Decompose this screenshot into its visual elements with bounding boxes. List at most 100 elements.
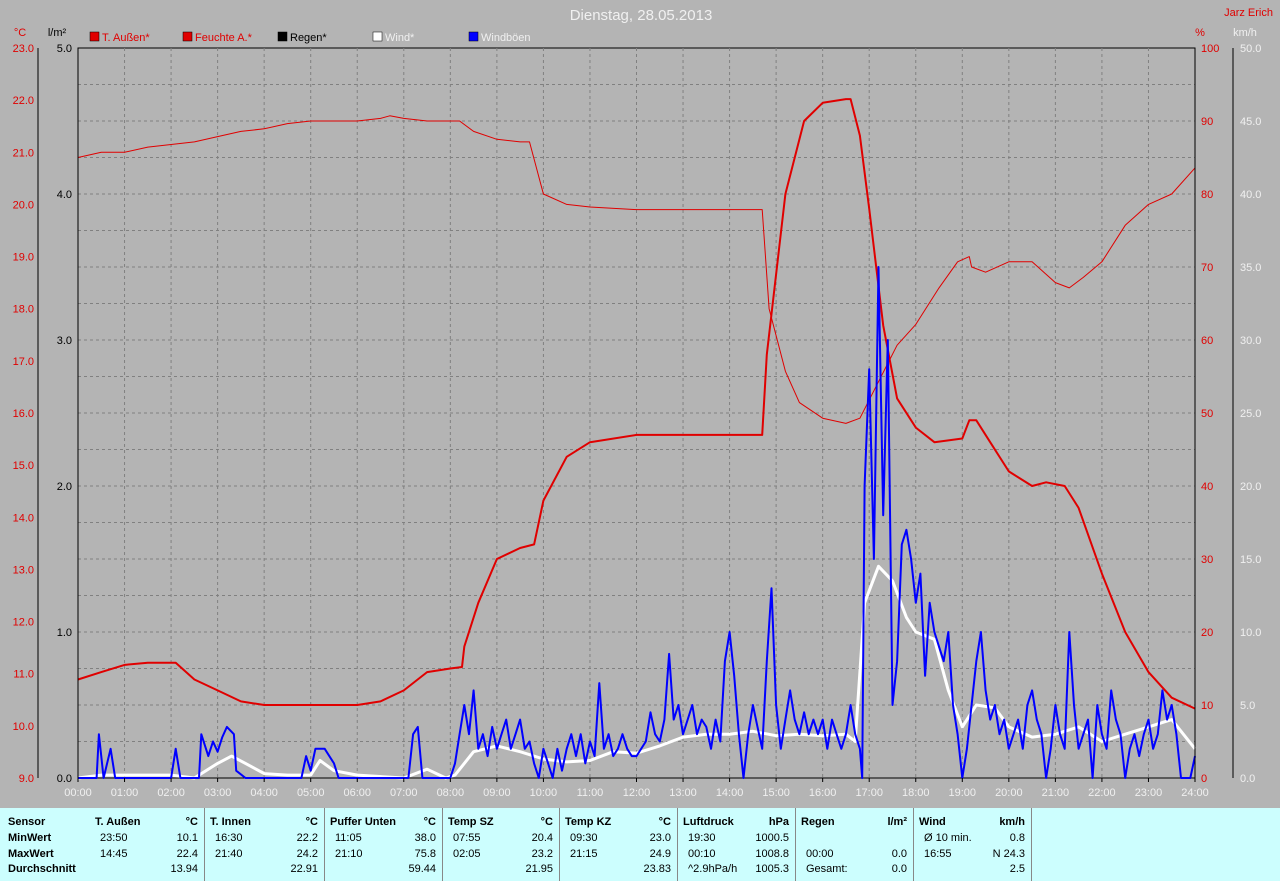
stats-section: Wind km/h Ø 10 min. 0.8 16:55 N 24.3 2.5 <box>914 808 1032 881</box>
legend-swatch <box>372 31 383 42</box>
humidity-tick-label: 100 <box>1201 43 1219 55</box>
stats-section: Puffer Unten °C 11:05 38.0 21:10 75.8 59.44 <box>325 808 443 881</box>
stats-max-time: 00:10 <box>688 848 716 860</box>
stats-min-time: Ø 10 min. <box>924 832 972 844</box>
stats-max-time: 02:05 <box>453 848 481 860</box>
stats-row-avg-label: Durchschnitt <box>8 863 76 875</box>
humidity-tick-label: 40 <box>1201 481 1213 493</box>
x-tick-label: 07:00 <box>390 787 418 799</box>
stats-max-value: 0.0 <box>891 848 907 860</box>
x-tick-label: 10:00 <box>530 787 558 799</box>
stats-section-unit: °C <box>423 816 436 828</box>
legend-label: Windböen <box>481 32 531 44</box>
wind-tick-label: 10.0 <box>1240 627 1261 639</box>
stats-row-min-label: MinWert <box>8 832 52 844</box>
rain-unit-label: l/m² <box>48 27 67 39</box>
x-tick-label: 08:00 <box>437 787 465 799</box>
stats-section-unit: hPa <box>768 816 789 828</box>
stats-avg-value: 13.94 <box>170 863 198 875</box>
chart-title: Dienstag, 28.05.2013 <box>570 7 713 24</box>
temp-tick-label: 15.0 <box>13 460 34 472</box>
x-tick-label: 03:00 <box>204 787 232 799</box>
chart-area: 00:00 01:00 02:00 03:00 04:00 05:00 06:00 07:00… <box>0 0 1280 808</box>
stats-max-value: 24.2 <box>296 848 318 860</box>
stats-avg-value: 2.5 <box>1009 863 1025 875</box>
wind-tick-label: 0.0 <box>1240 773 1255 785</box>
stats-min-value: 0.8 <box>1009 832 1025 844</box>
wind-tick-label: 45.0 <box>1240 116 1261 128</box>
stats-section: T. Außen °C 23:50 10.1 14:45 22.4 13.94 <box>90 808 205 881</box>
rain-tick-label: 1.0 <box>57 627 72 639</box>
x-tick-label: 22:00 <box>1088 787 1116 799</box>
stats-row-max-label: MaxWert <box>8 848 54 860</box>
wind-unit-label: km/h <box>1233 27 1257 39</box>
temp-tick-label: 11.0 <box>13 669 34 681</box>
legend-swatch <box>277 31 288 42</box>
stats-max-time: 21:10 <box>335 848 363 860</box>
stats-avg-value: 23.83 <box>643 863 671 875</box>
temp-tick-label: 22.0 <box>13 95 34 107</box>
temp-tick-label: 13.0 <box>13 564 34 576</box>
stats-section-unit: km/h <box>999 816 1025 828</box>
temp-tick-label: 16.0 <box>13 408 34 420</box>
x-tick-label: 15:00 <box>762 787 790 799</box>
weather-chart: 00:00 01:00 02:00 03:00 04:00 05:00 06:00 07:00… <box>13 7 1273 799</box>
legend-label: Wind* <box>385 32 415 44</box>
stats-section-unit: l/m² <box>887 816 907 828</box>
stats-min-value: 23.0 <box>649 832 671 844</box>
stats-min-value: 1000.5 <box>755 832 789 844</box>
stats-min-time: 09:30 <box>570 832 598 844</box>
stats-sensor-header: Sensor <box>8 816 46 828</box>
stats-max-time: 21:15 <box>570 848 598 860</box>
stats-avg-value: 22.91 <box>290 863 318 875</box>
x-tick-label: 06:00 <box>343 787 371 799</box>
x-tick-label: 24:00 <box>1181 787 1209 799</box>
stats-avg-time: Gesamt: <box>806 863 848 875</box>
temp-tick-label: 9.0 <box>19 773 34 785</box>
stats-min-value: 20.4 <box>531 832 553 844</box>
legend-swatch <box>89 31 100 42</box>
x-tick-label: 04:00 <box>250 787 278 799</box>
x-tick-label: 17:00 <box>855 787 883 799</box>
humidity-tick-label: 30 <box>1201 554 1213 566</box>
wind-tick-label: 40.0 <box>1240 189 1261 201</box>
stats-section-unit: °C <box>540 816 553 828</box>
legend-swatch <box>182 31 193 42</box>
wind-tick-label: 50.0 <box>1240 43 1261 55</box>
temp-tick-label: 21.0 <box>13 147 34 159</box>
legend-label: Feuchte A.* <box>195 32 253 44</box>
wind-tick-label: 20.0 <box>1240 481 1261 493</box>
stats-avg-value: 0.0 <box>891 863 907 875</box>
stats-section-name: Temp KZ <box>565 816 612 828</box>
humidity-tick-label: 70 <box>1201 262 1213 274</box>
legend-label: Regen* <box>290 32 327 44</box>
x-tick-label: 01:00 <box>111 787 139 799</box>
x-tick-label: 20:00 <box>995 787 1023 799</box>
x-tick-label: 18:00 <box>902 787 930 799</box>
x-tick-label: 21:00 <box>1042 787 1070 799</box>
stats-min-time: 19:30 <box>688 832 716 844</box>
stats-max-time: 16:55 <box>924 848 952 860</box>
stats-section: Regen l/m² 00:00 0.0 Gesamt: 0.0 <box>796 808 914 881</box>
stats-section-name: Puffer Unten <box>330 816 396 828</box>
stats-max-value: 1008.8 <box>755 848 789 860</box>
humidity-tick-label: 20 <box>1201 627 1213 639</box>
temp-unit-label: °C <box>14 27 26 39</box>
x-tick-label: 09:00 <box>483 787 511 799</box>
stats-min-time: 16:30 <box>215 832 243 844</box>
temp-tick-label: 23.0 <box>13 43 34 55</box>
stats-section: T. Innen °C 16:30 22.2 21:40 24.2 22.91 <box>205 808 325 881</box>
wind-tick-label: 5.0 <box>1240 700 1255 712</box>
stats-table: Sensor MinWert MaxWert Durchschnitt T. A… <box>0 808 1280 881</box>
humidity-tick-label: 50 <box>1201 408 1213 420</box>
stats-section-unit: °C <box>305 816 318 828</box>
humidity-tick-label: 80 <box>1201 189 1213 201</box>
stats-max-time: 14:45 <box>100 848 128 860</box>
stats-section-name: Luftdruck <box>683 816 734 828</box>
wind-tick-label: 30.0 <box>1240 335 1261 347</box>
temp-tick-label: 18.0 <box>13 304 34 316</box>
humidity-tick-label: 0 <box>1201 773 1207 785</box>
stats-section-unit: °C <box>658 816 671 828</box>
x-tick-label: 19:00 <box>949 787 977 799</box>
stats-min-value: 22.2 <box>296 832 318 844</box>
